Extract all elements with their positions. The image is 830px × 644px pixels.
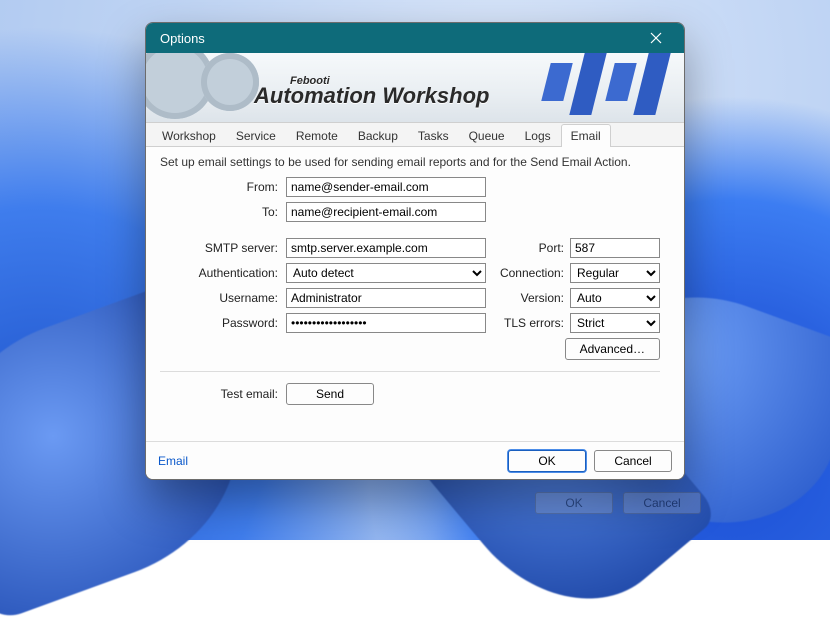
tab-queue[interactable]: Queue <box>459 124 515 147</box>
separator <box>160 371 660 372</box>
username-field[interactable] <box>286 288 486 308</box>
ghost-ok-button: OK <box>535 492 613 514</box>
ghost-cancel-button: Cancel <box>623 492 701 514</box>
advanced-button[interactable]: Advanced… <box>565 338 660 360</box>
help-link-email[interactable]: Email <box>158 454 188 468</box>
label-connection: Connection: <box>492 266 564 280</box>
from-field[interactable] <box>286 177 486 197</box>
titlebar: Options <box>146 23 684 53</box>
label-username: Username: <box>160 291 280 305</box>
window-title: Options <box>160 31 638 46</box>
tab-service[interactable]: Service <box>226 124 286 147</box>
gear-icon <box>201 53 259 111</box>
label-smtp: SMTP server: <box>160 241 280 255</box>
tab-remote[interactable]: Remote <box>286 124 348 147</box>
close-icon <box>650 32 662 44</box>
tab-tasks[interactable]: Tasks <box>408 124 459 147</box>
options-dialog: Options Febooti Automation Workshop Work… <box>145 22 685 480</box>
tab-workshop[interactable]: Workshop <box>152 124 226 147</box>
port-field[interactable] <box>570 238 660 258</box>
tab-backup[interactable]: Backup <box>348 124 408 147</box>
label-test-email: Test email: <box>160 387 280 401</box>
connection-select[interactable]: Regular <box>570 263 660 283</box>
authentication-select[interactable]: Auto detect <box>286 263 486 283</box>
background-dialog-ghost: OK Cancel <box>535 492 701 514</box>
label-auth: Authentication: <box>160 266 280 280</box>
ok-button[interactable]: OK <box>508 450 586 472</box>
label-tls: TLS errors: <box>492 316 564 330</box>
banner: Febooti Automation Workshop <box>146 53 684 123</box>
label-version: Version: <box>492 291 564 305</box>
close-button[interactable] <box>638 23 674 53</box>
brand-big: Automation Workshop <box>254 83 489 108</box>
description-text: Set up email settings to be used for sen… <box>160 155 670 169</box>
brand-title: Febooti Automation Workshop <box>254 75 489 109</box>
banner-decoration <box>546 53 664 115</box>
smtp-server-field[interactable] <box>286 238 486 258</box>
tab-content-email: Set up email settings to be used for sen… <box>146 147 684 441</box>
label-port: Port: <box>492 241 564 255</box>
dialog-footer: Email OK Cancel <box>146 441 684 479</box>
send-test-button[interactable]: Send <box>286 383 374 405</box>
to-field[interactable] <box>286 202 486 222</box>
tab-email[interactable]: Email <box>561 124 611 147</box>
version-select[interactable]: Auto <box>570 288 660 308</box>
tab-logs[interactable]: Logs <box>515 124 561 147</box>
password-field[interactable] <box>286 313 486 333</box>
email-settings-form: From: To: SMTP server: Port: Authenticat… <box>160 177 670 405</box>
label-password: Password: <box>160 316 280 330</box>
tls-errors-select[interactable]: Strict <box>570 313 660 333</box>
label-to: To: <box>160 205 280 219</box>
tab-bar: Workshop Service Remote Backup Tasks Que… <box>146 123 684 147</box>
label-from: From: <box>160 180 280 194</box>
cancel-button[interactable]: Cancel <box>594 450 672 472</box>
